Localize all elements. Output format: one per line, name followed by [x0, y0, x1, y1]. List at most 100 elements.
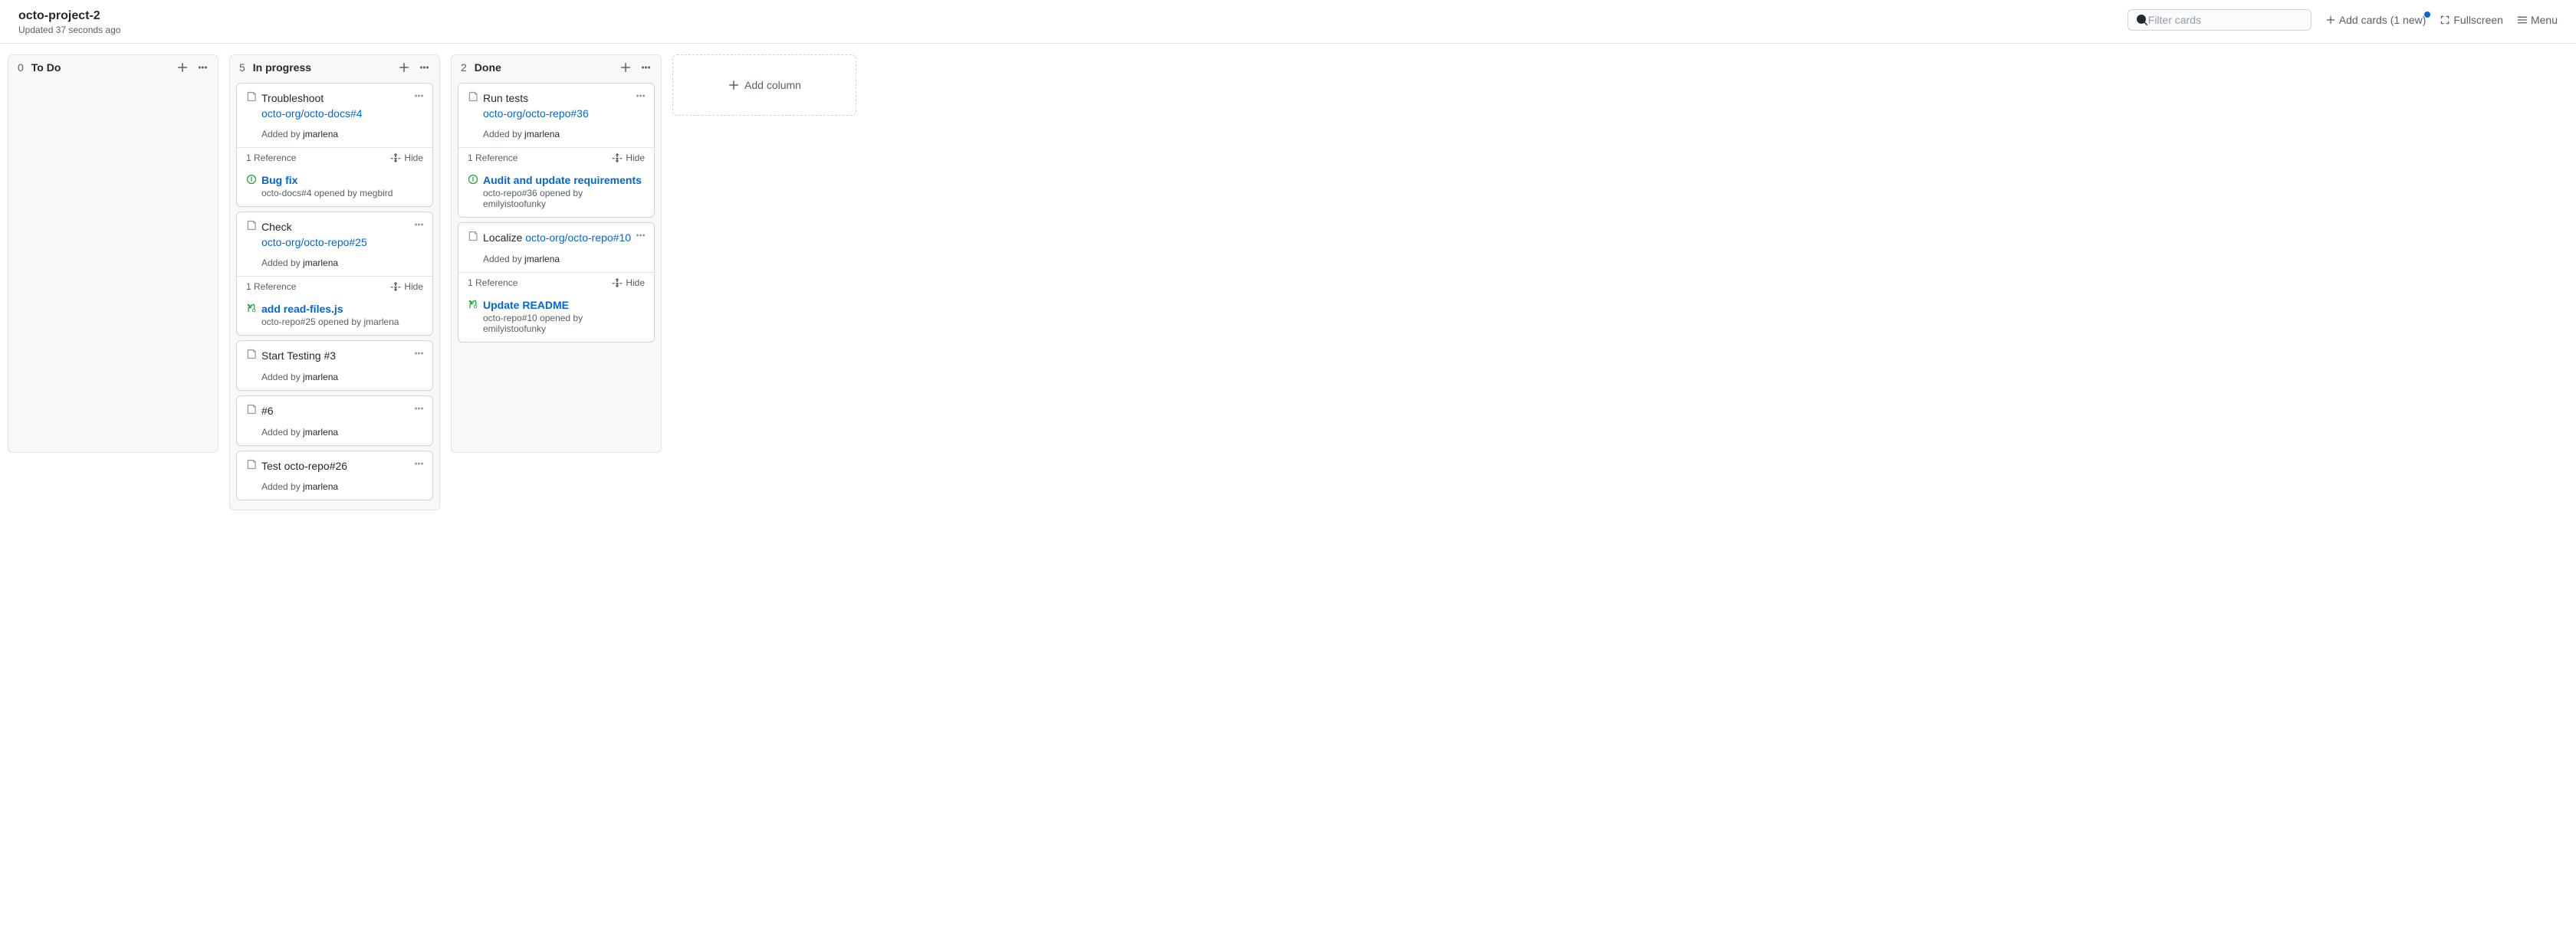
column-to-do: 0 To Do — [8, 54, 219, 453]
column-menu-button[interactable] — [418, 61, 430, 74]
card-link[interactable]: octo-org/octo-repo#36 — [483, 107, 589, 120]
card-title: Run tests octo-org/octo-repo#36 — [483, 91, 589, 121]
plus-icon — [2325, 15, 2336, 25]
project-header: octo-project-2 Updated 37 seconds ago Ad… — [0, 0, 2576, 44]
hide-reference-button[interactable]: Hide — [612, 153, 645, 163]
card-meta: Added by jmarlena — [483, 129, 645, 139]
fold-icon — [390, 281, 401, 292]
card-menu-button[interactable] — [412, 218, 425, 231]
column-done: 2 Done Run tests octo-org/octo-repo#36 — [451, 54, 662, 453]
reference-subtitle: octo-repo#10 opened by emilyistoofunky — [483, 313, 645, 334]
card[interactable]: Start Testing #3 Added by jmarlena — [236, 340, 433, 391]
note-icon — [468, 231, 478, 241]
note-icon — [246, 404, 257, 415]
hide-reference-button[interactable]: Hide — [612, 277, 645, 288]
reference-subtitle: octo-docs#4 opened by megbird — [261, 188, 423, 198]
new-indicator-dot — [2424, 11, 2430, 18]
column-count: 0 — [18, 61, 24, 74]
filter-cards-input[interactable] — [2148, 14, 2303, 26]
reference-title[interactable]: add read-files.js — [261, 303, 343, 315]
pr-open-icon — [468, 299, 478, 310]
note-icon — [246, 349, 257, 359]
column-title: In progress — [253, 61, 311, 74]
card-title: Troubleshoot octo-org/octo-docs#4 — [261, 91, 363, 121]
note-icon — [246, 91, 257, 102]
card[interactable]: Run tests octo-org/octo-repo#36 Added by… — [458, 83, 655, 218]
column-count: 2 — [461, 61, 467, 74]
card-link[interactable]: octo-org/octo-docs#4 — [261, 107, 363, 120]
reference-count: 1 Reference — [246, 153, 296, 163]
card-link[interactable]: octo-org/octo-repo#10 — [525, 231, 631, 244]
plus-icon — [728, 79, 740, 91]
card-title: Test octo-repo#26 — [261, 459, 347, 474]
hide-reference-button[interactable]: Hide — [390, 153, 423, 163]
column-menu-button[interactable] — [639, 61, 652, 74]
add-column-button[interactable]: Add column — [672, 54, 856, 116]
card-meta: Added by jmarlena — [261, 129, 423, 139]
column-in-progress: 5 In progress Troubleshoot octo-org/octo… — [229, 54, 440, 510]
card-menu-button[interactable] — [412, 90, 425, 102]
card-title: #6 — [261, 404, 274, 419]
issue-open-icon — [246, 174, 257, 185]
fullscreen-button[interactable]: Fullscreen — [2440, 14, 2503, 26]
card[interactable]: #6 Added by jmarlena — [236, 395, 433, 446]
column-title: To Do — [31, 61, 61, 74]
fullscreen-icon — [2440, 15, 2450, 25]
card[interactable]: Test octo-repo#26 Added by jmarlena — [236, 451, 433, 501]
reference-header: 1 Reference Hide — [237, 276, 432, 297]
add-card-button[interactable] — [619, 61, 632, 74]
project-updated: Updated 37 seconds ago — [18, 25, 120, 35]
note-icon — [246, 459, 257, 470]
reference-header: 1 Reference Hide — [237, 147, 432, 168]
fold-icon — [612, 277, 623, 288]
reference-subtitle: octo-repo#25 opened by jmarlena — [261, 316, 423, 327]
reference-title[interactable]: Audit and update requirements — [483, 174, 642, 186]
note-icon — [468, 91, 478, 102]
menu-button[interactable]: Menu — [2517, 14, 2558, 26]
reference-body: Bug fix octo-docs#4 opened by megbird — [237, 168, 432, 206]
hide-reference-button[interactable]: Hide — [390, 281, 423, 292]
reference-header: 1 Reference Hide — [458, 272, 654, 293]
fold-icon — [390, 153, 401, 163]
reference-body: Update README octo-repo#10 opened by emi… — [458, 293, 654, 342]
header-right: Add cards (1 new) Fullscreen Menu — [2128, 9, 2558, 31]
search-icon — [2136, 14, 2148, 26]
reference-count: 1 Reference — [468, 153, 518, 163]
card-meta: Added by jmarlena — [261, 481, 423, 492]
filter-cards-search[interactable] — [2128, 9, 2312, 31]
reference-header: 1 Reference Hide — [458, 147, 654, 168]
card[interactable]: Localize octo-org/octo-repo#10 Added by … — [458, 222, 655, 343]
reference-body: Audit and update requirements octo-repo#… — [458, 168, 654, 217]
card-menu-button[interactable] — [412, 402, 425, 415]
card[interactable]: Check octo-org/octo-repo#25 Added by jma… — [236, 212, 433, 336]
reference-title[interactable]: Update README — [483, 299, 569, 311]
add-card-button[interactable] — [398, 61, 410, 74]
column-menu-button[interactable] — [196, 61, 209, 74]
card-title: Localize octo-org/octo-repo#10 — [483, 231, 631, 246]
card-menu-button[interactable] — [412, 458, 425, 470]
reference-count: 1 Reference — [246, 281, 296, 292]
column-header: 0 To Do — [8, 55, 218, 78]
pr-open-icon — [246, 303, 257, 313]
header-left: octo-project-2 Updated 37 seconds ago — [18, 9, 120, 35]
column-header: 2 Done — [452, 55, 661, 78]
add-cards-button[interactable]: Add cards (1 new) — [2325, 14, 2426, 26]
card[interactable]: Troubleshoot octo-org/octo-docs#4 Added … — [236, 83, 433, 207]
card-menu-button[interactable] — [634, 229, 646, 241]
reference-body: add read-files.js octo-repo#25 opened by… — [237, 297, 432, 335]
reference-count: 1 Reference — [468, 277, 518, 288]
reference-title[interactable]: Bug fix — [261, 174, 297, 186]
fold-icon — [612, 153, 623, 163]
card-title: Start Testing #3 — [261, 349, 336, 364]
card-link[interactable]: octo-org/octo-repo#25 — [261, 236, 367, 248]
card-menu-button[interactable] — [412, 347, 425, 359]
card-meta: Added by jmarlena — [483, 254, 645, 264]
board: 0 To Do 5 In progress — [0, 44, 2576, 521]
card-meta: Added by jmarlena — [261, 372, 423, 382]
column-header: 5 In progress — [230, 55, 439, 78]
card-menu-button[interactable] — [634, 90, 646, 102]
column-title: Done — [475, 61, 501, 74]
add-card-button[interactable] — [176, 61, 189, 74]
column-count: 5 — [239, 61, 245, 74]
add-cards-label: Add cards (1 new) — [2339, 14, 2426, 26]
